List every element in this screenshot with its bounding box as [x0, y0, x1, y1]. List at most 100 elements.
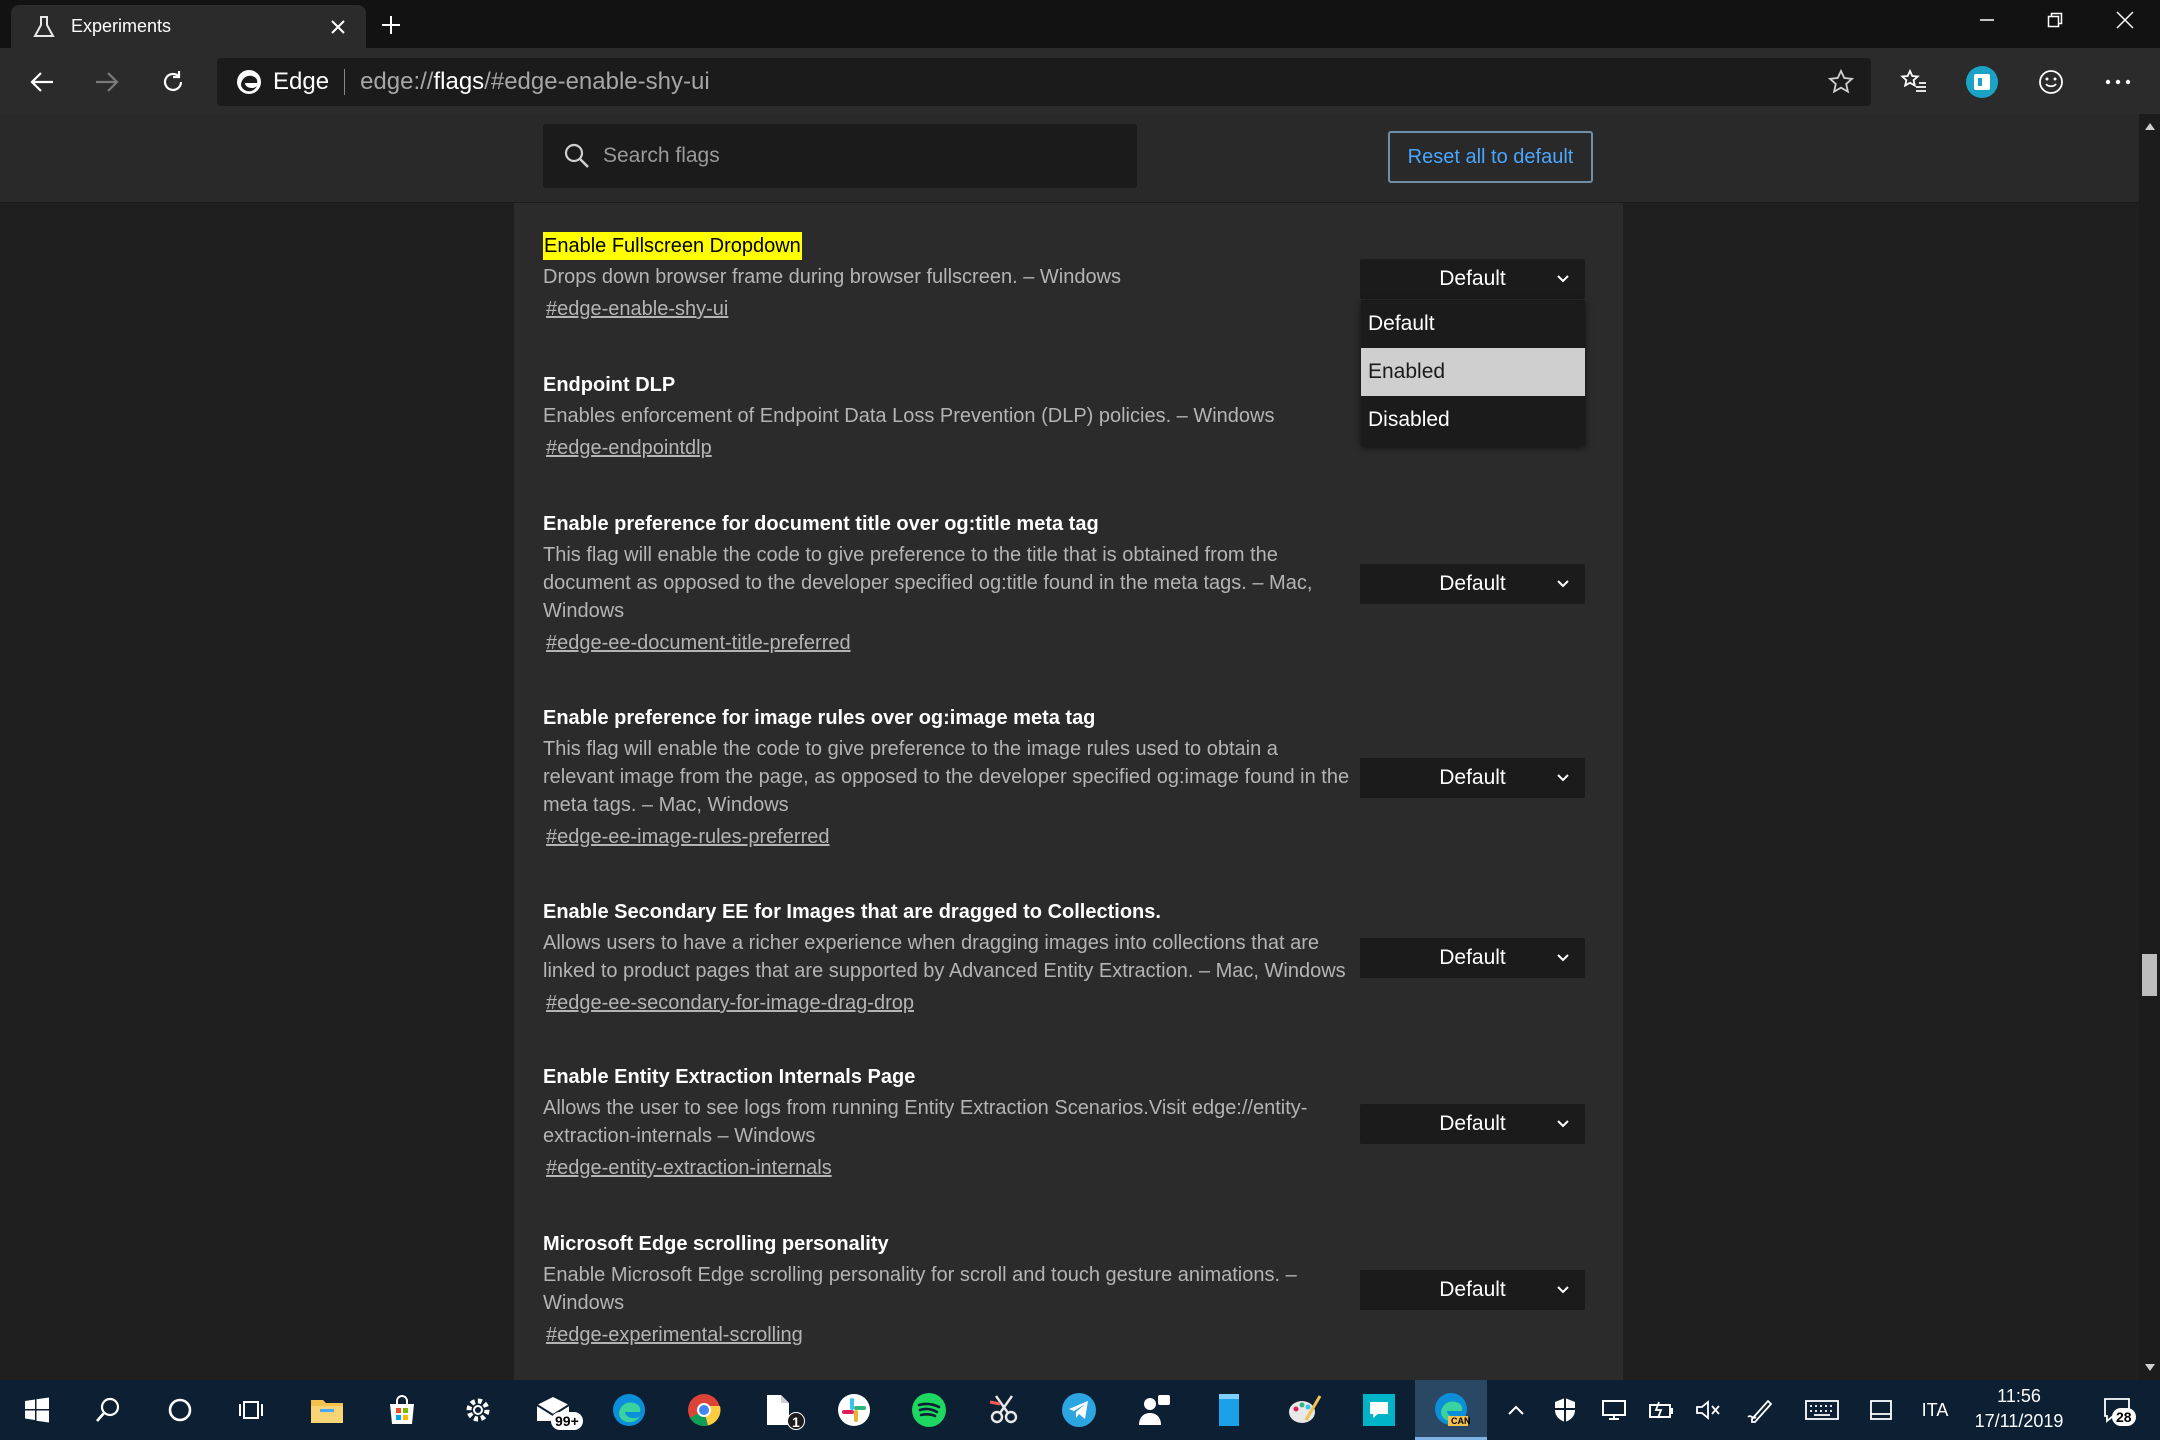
back-button[interactable]: [21, 61, 63, 103]
clock-time: 11:56: [1997, 1386, 2041, 1406]
flag-description: Allows the user to see logs from running…: [543, 1097, 1308, 1147]
cortana-icon[interactable]: [148, 1380, 212, 1440]
flag-select-value: Default: [1439, 946, 1506, 969]
refresh-button[interactable]: [152, 61, 194, 103]
page-scrollbar[interactable]: [2139, 114, 2160, 1380]
touch-keyboard-icon[interactable]: [1800, 1380, 1844, 1440]
flag-select-value: Default: [1439, 1112, 1506, 1135]
tab-experiments[interactable]: Experiments: [11, 5, 366, 48]
scroll-down-arrow-icon[interactable]: [2139, 1358, 2160, 1378]
people-icon[interactable]: [1122, 1380, 1186, 1440]
feedback-hub-icon[interactable]: [1347, 1380, 1411, 1440]
forward-button[interactable]: [86, 61, 128, 103]
address-bar[interactable]: Edge edge://flags/#edge-enable-shy-ui: [217, 58, 1871, 106]
flag-description: Enable Microsoft Edge scrolling personal…: [543, 1264, 1297, 1314]
notepad-icon[interactable]: [1197, 1380, 1261, 1440]
flag-select[interactable]: Default: [1360, 938, 1585, 978]
favorites-button[interactable]: [1893, 61, 1935, 103]
settings-more-button[interactable]: [2097, 61, 2139, 103]
task-view-icon[interactable]: [219, 1380, 283, 1440]
input-language[interactable]: ITA: [1910, 1380, 1960, 1440]
search-flags-box[interactable]: [543, 124, 1137, 188]
mail-badge: 99+: [551, 1412, 583, 1430]
clock-date: 17/11/2019: [1974, 1411, 2064, 1431]
collections-button[interactable]: [1961, 61, 2003, 103]
chevron-down-icon: [1557, 1120, 1569, 1128]
flag-link[interactable]: #edge-experimental-scrolling: [546, 1321, 803, 1349]
display-icon[interactable]: [1862, 1380, 1900, 1440]
flag-link[interactable]: #edge-enable-shy-ui: [546, 295, 728, 323]
flag-select-value: Default: [1439, 1278, 1506, 1301]
pen-workspace-icon[interactable]: [1740, 1380, 1780, 1440]
edge-canary-icon[interactable]: CAN: [1415, 1380, 1487, 1440]
scrollbar-thumb[interactable]: [2142, 954, 2157, 996]
flag-title: Endpoint DLP: [543, 374, 676, 396]
edge-logo-icon: [237, 70, 261, 94]
spotify-icon[interactable]: [897, 1380, 961, 1440]
volume-muted-icon[interactable]: [1688, 1380, 1728, 1440]
flag-select[interactable]: Default: [1360, 1104, 1585, 1144]
close-window-button[interactable]: [2092, 0, 2158, 40]
close-tab-icon[interactable]: [324, 13, 352, 41]
mail-icon[interactable]: 99+: [521, 1380, 585, 1440]
url-text[interactable]: edge://flags/#edge-enable-shy-ui: [360, 68, 710, 96]
flag-select[interactable]: Default: [1360, 758, 1585, 798]
flag-select[interactable]: Default: [1360, 564, 1585, 604]
favorite-star-icon[interactable]: [1827, 68, 1855, 96]
flag-select-value: Default: [1439, 572, 1506, 595]
edge-taskbar-icon[interactable]: [597, 1380, 661, 1440]
flag-link[interactable]: #edge-ee-secondary-for-image-drag-drop: [546, 989, 914, 1017]
chevron-down-icon: [1557, 275, 1569, 283]
show-hidden-icons-chevron-icon[interactable]: [1500, 1380, 1532, 1440]
flag-link[interactable]: #edge-entity-extraction-internals: [546, 1154, 832, 1182]
flask-icon: [31, 14, 57, 40]
flag-select[interactable]: Default: [1360, 1270, 1585, 1310]
snip-sketch-icon[interactable]: [972, 1380, 1036, 1440]
flag-link[interactable]: #edge-ee-document-title-preferred: [546, 629, 851, 657]
file-explorer-icon[interactable]: [295, 1380, 359, 1440]
dropdown-option-default[interactable]: Default: [1361, 300, 1585, 348]
taskbar-clock[interactable]: 11:56 17/11/2019: [1960, 1384, 2078, 1434]
flag-description: Drops down browser frame during browser …: [543, 266, 1122, 288]
feedback-smiley-button[interactable]: [2030, 61, 2072, 103]
reset-all-button[interactable]: Reset all to default: [1388, 131, 1593, 183]
windows-taskbar: 99+ 1 CAN ITA 11:56 17/11/2019 28: [0, 1380, 2160, 1440]
search-flags-input[interactable]: [603, 144, 1103, 168]
restore-button[interactable]: [2022, 0, 2088, 40]
tab-strip: Experiments: [0, 0, 2160, 48]
scroll-up-arrow-icon[interactable]: [2139, 116, 2160, 136]
defender-shield-icon[interactable]: [1545, 1380, 1585, 1440]
chrome-icon[interactable]: [672, 1380, 736, 1440]
flag-select-value: Default: [1439, 766, 1506, 789]
start-button[interactable]: [5, 1380, 69, 1440]
action-center-icon[interactable]: 28: [2092, 1380, 2142, 1440]
search-taskbar-button[interactable]: [76, 1380, 140, 1440]
flag-title: Enable preference for document title ove…: [543, 513, 1099, 535]
address-separator: [344, 69, 346, 95]
files-icon[interactable]: 1: [747, 1380, 811, 1440]
flag-title: Enable Fullscreen Dropdown: [543, 232, 802, 260]
flags-header: Reset all to default: [0, 114, 2139, 203]
canary-label: CAN: [1451, 1416, 1471, 1426]
telegram-icon[interactable]: [1047, 1380, 1111, 1440]
flag-entry: Endpoint DLP Enables enforcement of Endp…: [543, 371, 1593, 462]
flag-link[interactable]: #edge-endpointdlp: [546, 434, 712, 462]
slack-icon[interactable]: [822, 1380, 886, 1440]
flag-link[interactable]: #edge-ee-image-rules-preferred: [546, 823, 829, 851]
chevron-down-icon: [1557, 1286, 1569, 1294]
notification-count: 28: [2112, 1408, 2136, 1426]
new-tab-button[interactable]: [374, 8, 408, 42]
flag-title: Enable Entity Extraction Internals Page: [543, 1066, 916, 1088]
search-icon: [564, 143, 589, 168]
microsoft-store-icon[interactable]: [370, 1380, 434, 1440]
network-icon[interactable]: [1594, 1380, 1634, 1440]
flag-title: Microsoft Edge scrolling personality: [543, 1233, 889, 1255]
flag-title: Enable Secondary EE for Images that are …: [543, 901, 1161, 923]
paint-icon[interactable]: [1272, 1380, 1336, 1440]
minimize-button[interactable]: [1954, 0, 2020, 40]
battery-icon[interactable]: [1641, 1380, 1681, 1440]
flag-select[interactable]: Default: [1360, 259, 1585, 299]
flag-description: Allows users to have a richer experience…: [543, 932, 1346, 982]
flag-title: Enable preference for image rules over o…: [543, 707, 1096, 729]
settings-gear-icon[interactable]: [446, 1380, 510, 1440]
